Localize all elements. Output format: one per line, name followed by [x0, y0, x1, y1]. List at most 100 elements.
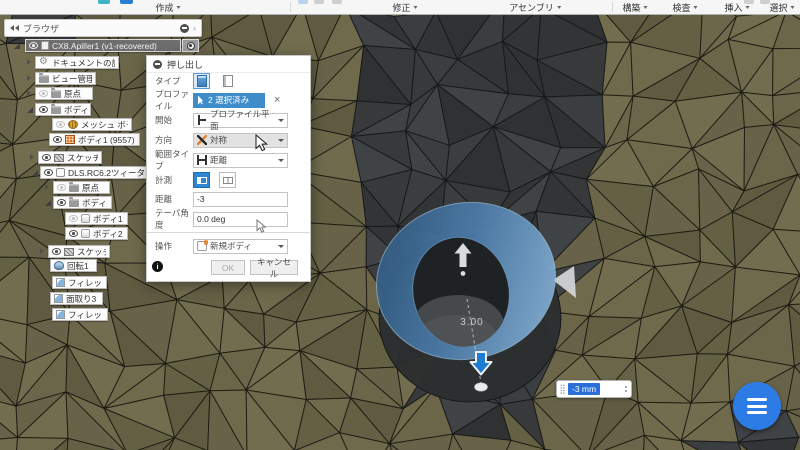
tree-expand-toggle[interactable]	[27, 107, 33, 113]
dialog-collapse-icon[interactable]	[153, 60, 162, 69]
mouse-cursor	[255, 134, 271, 154]
toolbar-icon[interactable]	[314, 0, 324, 4]
visibility-eye-icon[interactable]	[57, 199, 66, 206]
tree-item-0[interactable]: CX8.Apiller1 (v1-recovered)	[25, 39, 181, 52]
sketch-icon	[54, 154, 64, 162]
direction-dropdown[interactable]: 対称	[193, 133, 288, 148]
tree-item-label: フィレット4	[68, 309, 104, 321]
tree-item-13[interactable]: スケッチ	[48, 245, 110, 258]
tree-item-label: フィレット2	[68, 277, 103, 289]
cancel-button[interactable]: キャンセル	[250, 260, 298, 275]
extent-dropdown[interactable]: 距離	[193, 153, 288, 168]
toolbar-icon[interactable]	[332, 0, 342, 4]
extent-row: 範囲タイプ 距離	[155, 152, 302, 168]
visibility-eye-icon[interactable]	[56, 121, 65, 128]
application-window: 3.00 作成修正アセンブリ構築検査挿入選択 ブラウザ › CX8.Apille…	[0, 0, 800, 450]
tree-expand-toggle[interactable]	[45, 184, 49, 190]
toolbar-menu-1[interactable]: 作成	[155, 1, 180, 14]
start-dropdown[interactable]: プロファイル平面	[193, 113, 288, 128]
tree-item-9[interactable]: 原点	[53, 181, 110, 194]
measure-whole-icon[interactable]	[219, 172, 236, 188]
toolbar-menu-7[interactable]: 選択	[769, 1, 794, 14]
extrude-type-thin-icon[interactable]	[219, 73, 236, 89]
visibility-eye-icon[interactable]	[69, 215, 78, 222]
taper-angle-input[interactable]	[193, 212, 288, 227]
chamfer-icon	[54, 294, 63, 303]
tree-item-label: 原点	[82, 182, 99, 194]
tree-item-5[interactable]: メッシュ ボディ1	[52, 118, 132, 131]
tree-expand-toggle[interactable]	[27, 59, 31, 65]
extent-label: 範囲タイプ	[155, 148, 193, 172]
extent-value: 距離	[210, 154, 227, 166]
tree-expand-toggle[interactable]	[27, 75, 31, 81]
visibility-eye-icon[interactable]	[57, 184, 66, 191]
measure-half-icon[interactable]	[193, 172, 210, 188]
tree-expand-toggle[interactable]	[30, 154, 34, 160]
collapse-panel-icon[interactable]	[10, 25, 19, 31]
new-body-icon	[197, 241, 207, 251]
toolbar-menu-label: 選択	[769, 1, 787, 14]
toolbar-icon[interactable]	[760, 0, 770, 4]
toolbar-icon[interactable]	[98, 0, 110, 4]
toolbar-menu-2[interactable]: 修正	[392, 1, 417, 14]
tree-item-6[interactable]: ボディ1 (9557)	[49, 133, 140, 146]
type-label: タイプ	[155, 75, 193, 87]
tree-item-2[interactable]: ビュー管理	[35, 72, 96, 85]
tree-expand-toggle[interactable]	[40, 248, 44, 254]
visibility-eye-icon[interactable]	[52, 248, 61, 255]
tree-item-3[interactable]: 原点	[35, 87, 93, 100]
profile-selection-chip[interactable]: 2 選択済み	[193, 93, 265, 108]
fillet-icon	[56, 278, 65, 287]
tree-item-1[interactable]: ドキュメントの設定	[35, 56, 119, 69]
tree-item-4[interactable]: ボディ	[35, 103, 91, 116]
tree-item-17[interactable]: フィレット4	[52, 308, 108, 321]
tree-item-14[interactable]: 回転1	[50, 259, 97, 272]
tree-expand-toggle[interactable]	[27, 90, 31, 96]
viewport-canvas[interactable]	[0, 0, 800, 450]
visibility-eye-icon[interactable]	[39, 90, 48, 97]
tree-item-16[interactable]: 面取り3	[50, 292, 103, 305]
toolbar-menu-4[interactable]: 構築	[622, 1, 647, 14]
more-options-icon[interactable]	[625, 386, 628, 392]
minimize-browser-icon[interactable]	[180, 24, 189, 33]
dimension-value[interactable]: -3 mm	[568, 383, 600, 395]
ok-button[interactable]: OK	[211, 260, 245, 275]
tree-item-8[interactable]: DLS.RC6.2ツィーター v	[40, 166, 148, 179]
toolbar-icon[interactable]	[298, 0, 308, 4]
deselect-icon[interactable]: ×	[274, 95, 280, 106]
toolbar-menu-5[interactable]: 検査	[672, 1, 697, 14]
tree-item-11[interactable]: ボディ1	[65, 212, 128, 225]
dialog-divider	[147, 232, 310, 233]
dimension-input-box[interactable]: -3 mm	[556, 380, 632, 398]
visibility-eye-icon[interactable]	[69, 230, 78, 237]
tree-item-10[interactable]: ボディ	[53, 196, 112, 209]
folder-icon	[51, 90, 61, 98]
visibility-eye-icon[interactable]	[42, 154, 51, 161]
tree-item-7[interactable]: スケッチ	[38, 151, 102, 164]
activate-component-radio[interactable]	[182, 39, 199, 52]
toolbar-menu-3[interactable]: アセンブリ	[509, 1, 561, 14]
drag-handle-icon[interactable]	[560, 384, 565, 395]
visibility-eye-icon[interactable]	[29, 42, 38, 49]
visibility-eye-icon[interactable]	[53, 136, 62, 143]
toolbar-icon[interactable]	[120, 0, 133, 4]
visibility-eye-icon[interactable]	[39, 106, 48, 113]
mesh-orange-icon	[65, 135, 75, 144]
extrude-type-solid-icon[interactable]	[193, 73, 210, 89]
chevron-down-icon	[746, 6, 750, 9]
profile-row: プロファイル 2 選択済み ×	[155, 92, 302, 108]
menu-fab-button[interactable]	[733, 382, 781, 430]
operation-dropdown[interactable]: 新規ボディ	[193, 239, 288, 254]
folder-icon	[69, 199, 79, 207]
tree-expand-toggle[interactable]	[14, 43, 20, 49]
info-icon[interactable]: i	[152, 261, 163, 272]
distance-input[interactable]	[193, 192, 288, 207]
dialog-header[interactable]: 押し出し	[147, 56, 310, 73]
tree-expand-toggle[interactable]	[45, 200, 51, 206]
visibility-eye-icon[interactable]	[44, 169, 53, 176]
browser-panel-header[interactable]: ブラウザ ›	[4, 19, 202, 37]
tree-expand-toggle[interactable]	[32, 170, 38, 176]
tree-item-15[interactable]: フィレット2	[52, 276, 107, 289]
toolbar-icon[interactable]	[744, 0, 754, 4]
tree-item-12[interactable]: ボディ2	[65, 227, 128, 240]
